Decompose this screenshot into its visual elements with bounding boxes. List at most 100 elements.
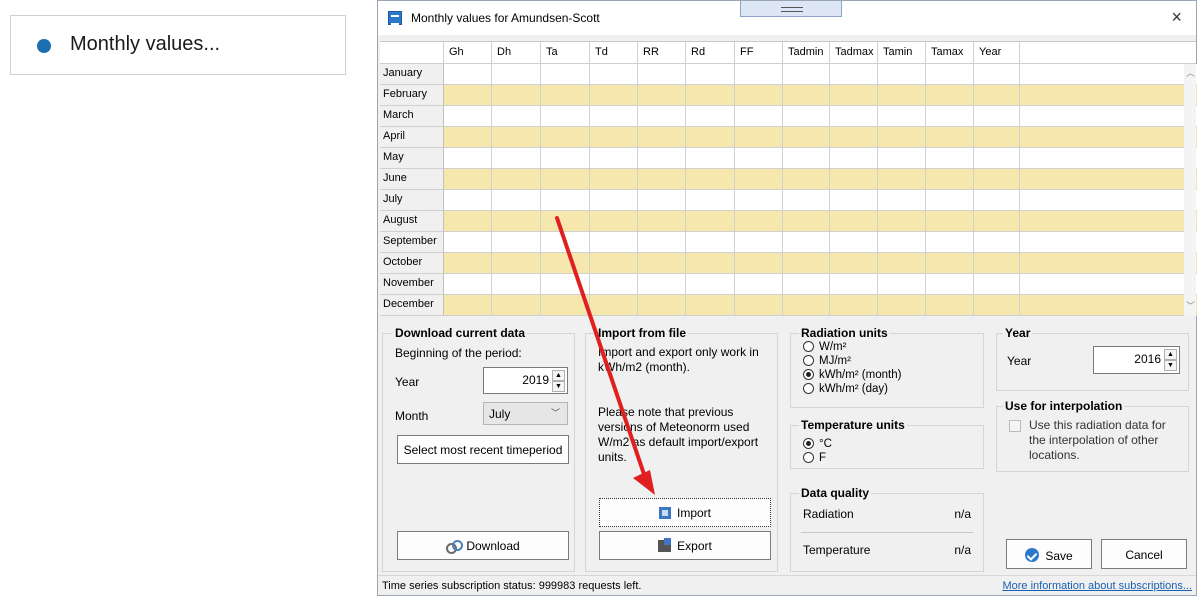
grid-cell[interactable] — [926, 169, 974, 190]
grid-cell[interactable] — [444, 64, 492, 85]
grid-cell[interactable] — [926, 127, 974, 148]
grid-cell[interactable] — [878, 127, 926, 148]
grid-cell[interactable] — [638, 253, 686, 274]
column-header[interactable]: Gh — [444, 42, 492, 64]
grid-cell[interactable] — [541, 232, 590, 253]
spin-up-icon[interactable]: ▲ — [1164, 349, 1177, 360]
grid-cell[interactable] — [783, 127, 830, 148]
column-header[interactable]: FF — [735, 42, 783, 64]
monthly-values-grid[interactable]: Gh Dh Ta Td RR Rd FF Tadmin Tadmax Tamin Tamax Year… — [380, 41, 1197, 316]
cancel-button[interactable]: Cancel — [1101, 539, 1187, 569]
column-header[interactable]: Tamin — [878, 42, 926, 64]
save-button[interactable]: Save — [1006, 539, 1092, 569]
grid-cell[interactable] — [444, 85, 492, 106]
grid-cell[interactable] — [735, 169, 783, 190]
grid-cell[interactable] — [926, 64, 974, 85]
grid-cell[interactable] — [1020, 106, 1197, 127]
grid-cell[interactable] — [878, 253, 926, 274]
grid-cell[interactable] — [492, 232, 541, 253]
row-header[interactable]: September — [380, 232, 444, 253]
grid-cell[interactable] — [492, 85, 541, 106]
grid-cell[interactable] — [444, 232, 492, 253]
grid-cell[interactable] — [590, 85, 638, 106]
grid-cell[interactable] — [974, 211, 1020, 232]
grid-cell[interactable] — [638, 85, 686, 106]
grid-cell[interactable] — [735, 232, 783, 253]
grid-cell[interactable] — [878, 106, 926, 127]
spin-up-icon[interactable]: ▲ — [552, 370, 565, 381]
grid-cell[interactable] — [541, 127, 590, 148]
grid-cell[interactable] — [735, 106, 783, 127]
grid-cell[interactable] — [590, 295, 638, 316]
monthly-values-menu-item[interactable]: Monthly values... — [10, 15, 346, 75]
column-header[interactable]: Dh — [492, 42, 541, 64]
grid-cell[interactable] — [878, 85, 926, 106]
grid-cell[interactable] — [492, 127, 541, 148]
grid-cell[interactable] — [830, 295, 878, 316]
grid-cell[interactable] — [974, 127, 1020, 148]
radio-option[interactable]: MJ/m² — [803, 355, 851, 367]
grid-cell[interactable] — [638, 127, 686, 148]
grid-cell[interactable] — [638, 169, 686, 190]
grid-cell[interactable] — [926, 253, 974, 274]
grid-cell[interactable] — [926, 232, 974, 253]
grid-cell[interactable] — [974, 295, 1020, 316]
row-header[interactable]: December — [380, 295, 444, 316]
grid-cell[interactable] — [638, 64, 686, 85]
row-header[interactable]: January — [380, 64, 444, 85]
grid-cell[interactable] — [1020, 253, 1197, 274]
grid-cell[interactable] — [541, 295, 590, 316]
year-group-spinner[interactable]: 2016 ▲ ▼ — [1093, 346, 1180, 374]
grid-cell[interactable] — [541, 148, 590, 169]
grid-cell[interactable] — [878, 274, 926, 295]
column-header[interactable] — [1020, 42, 1197, 64]
grid-cell[interactable] — [686, 85, 735, 106]
grid-cell[interactable] — [735, 148, 783, 169]
grid-cell[interactable] — [590, 211, 638, 232]
grid-cell[interactable] — [590, 253, 638, 274]
scroll-up-icon[interactable]: ︿ — [1186, 66, 1195, 79]
grid-cell[interactable] — [590, 127, 638, 148]
grid-cell[interactable] — [926, 190, 974, 211]
close-icon[interactable]: × — [1171, 7, 1182, 28]
scroll-down-icon[interactable]: ﹀ — [1186, 299, 1195, 312]
grid-cell[interactable] — [1020, 64, 1197, 85]
grid-cell[interactable] — [830, 148, 878, 169]
grid-cell[interactable] — [444, 127, 492, 148]
grid-cell[interactable] — [974, 253, 1020, 274]
import-button[interactable]: Import — [599, 498, 771, 527]
grid-cell[interactable] — [492, 64, 541, 85]
grid-cell[interactable] — [974, 85, 1020, 106]
grid-cell[interactable] — [444, 274, 492, 295]
grid-cell[interactable] — [783, 106, 830, 127]
grid-cell[interactable] — [444, 295, 492, 316]
grid-cell[interactable] — [590, 190, 638, 211]
grid-cell[interactable] — [590, 274, 638, 295]
select-recent-period-button[interactable]: Select most recent timeperiod — [397, 435, 569, 464]
subscription-info-link[interactable]: More information about subscriptions... — [1002, 580, 1192, 592]
grid-cell[interactable] — [926, 211, 974, 232]
grid-cell[interactable] — [444, 211, 492, 232]
row-header[interactable]: October — [380, 253, 444, 274]
grid-cell[interactable] — [590, 106, 638, 127]
grid-cell[interactable] — [783, 169, 830, 190]
grid-cell[interactable] — [492, 274, 541, 295]
row-header[interactable]: August — [380, 211, 444, 232]
grid-cell[interactable] — [830, 64, 878, 85]
grid-cell[interactable] — [735, 295, 783, 316]
row-header[interactable]: April — [380, 127, 444, 148]
grid-cell[interactable] — [1020, 295, 1197, 316]
grid-cell[interactable] — [590, 148, 638, 169]
column-header[interactable]: Ta — [541, 42, 590, 64]
radio-option[interactable]: F — [803, 452, 826, 464]
grid-cell[interactable] — [1020, 211, 1197, 232]
grid-vertical-scrollbar[interactable]: ︿ ﹀ — [1184, 64, 1196, 316]
year-spinner[interactable]: 2019 ▲ ▼ — [483, 367, 568, 394]
grid-cell[interactable] — [735, 211, 783, 232]
month-dropdown[interactable]: July ﹀ — [483, 402, 568, 425]
grid-cell[interactable] — [686, 169, 735, 190]
grid-cell[interactable] — [444, 253, 492, 274]
grid-cell[interactable] — [1020, 85, 1197, 106]
grid-cell[interactable] — [638, 106, 686, 127]
grid-cell[interactable] — [1020, 232, 1197, 253]
